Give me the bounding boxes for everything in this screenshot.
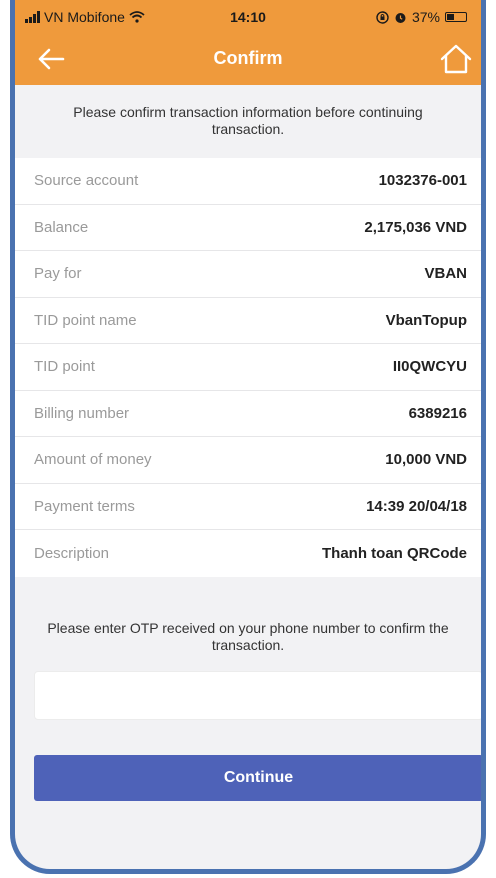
- app-header: VN Mobifone 14:10 37% Confirm: [15, 0, 481, 85]
- detail-row-payment-terms: Payment terms 14:39 20/04/18: [15, 484, 481, 530]
- detail-row-pay-for: Pay for VBAN: [15, 251, 481, 298]
- detail-value: 2,175,036 VND: [364, 218, 467, 236]
- detail-row-amount: Amount of money 10,000 VND: [15, 437, 481, 484]
- detail-label: Balance: [34, 218, 89, 236]
- detail-value: 6389216: [408, 404, 467, 422]
- battery-icon: [445, 12, 467, 22]
- detail-label: Amount of money: [34, 451, 152, 469]
- continue-button[interactable]: Continue: [34, 755, 481, 801]
- detail-label: Payment terms: [34, 497, 135, 515]
- detail-value: 10,000 VND: [385, 451, 467, 469]
- detail-value: 1032376-001: [378, 172, 467, 190]
- detail-label: Pay for: [34, 265, 82, 283]
- detail-label: Billing number: [34, 404, 130, 422]
- battery-percent: 37%: [411, 9, 440, 25]
- otp-input[interactable]: [34, 671, 481, 720]
- phone-frame: VN Mobifone 14:10 37% Confirm Please con…: [10, 0, 486, 874]
- detail-row-tid-point-name: TID point name VbanTopup: [15, 298, 481, 344]
- home-icon[interactable]: [439, 42, 473, 76]
- detail-label: TID point: [34, 358, 95, 376]
- screen-rotation-lock-icon: [376, 10, 389, 24]
- alarm-icon: [395, 12, 406, 23]
- detail-value: VBAN: [424, 265, 467, 283]
- status-right: 37%: [376, 9, 467, 25]
- detail-value: 14:39 20/04/18: [366, 497, 467, 515]
- detail-row-source-account: Source account 1032376-001: [15, 158, 481, 205]
- nav-bar: Confirm: [15, 34, 481, 85]
- detail-label: TID point name: [34, 311, 137, 329]
- intro-message: Please confirm transaction information b…: [73, 103, 423, 137]
- detail-row-balance: Balance 2,175,036 VND: [15, 205, 481, 251]
- detail-value: II0QWCYU: [392, 358, 467, 376]
- detail-label: Description: [34, 544, 110, 562]
- detail-value: Thanh toan QRCode: [322, 544, 467, 562]
- status-bar: VN Mobifone 14:10 37%: [15, 0, 481, 34]
- detail-row-tid-point: TID point II0QWCYU: [15, 344, 481, 391]
- detail-row-billing-number: Billing number 6389216: [15, 391, 481, 437]
- detail-label: Source account: [34, 172, 139, 190]
- transaction-details: Source account 1032376-001 Balance 2,175…: [15, 158, 481, 577]
- detail-row-description: Description Thanh toan QRCode: [15, 530, 481, 577]
- otp-instruction: Please enter OTP received on your phone …: [47, 620, 449, 653]
- page-title: Confirm: [213, 48, 283, 68]
- detail-value: VbanTopup: [385, 311, 467, 329]
